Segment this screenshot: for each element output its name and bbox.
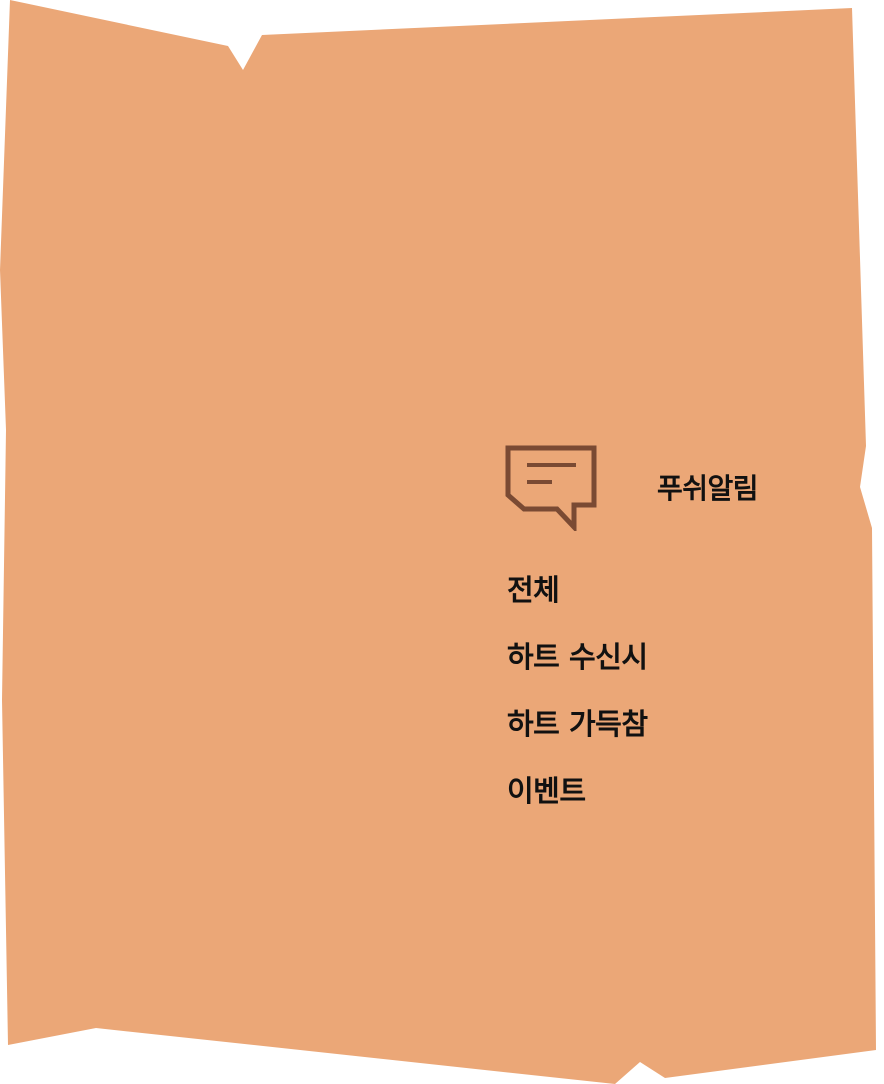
option-heart-received[interactable]: 하트 수신시 [507, 640, 648, 674]
chat-bubble-icon [505, 445, 597, 531]
push-notification-header: 푸쉬알림 [505, 445, 795, 531]
notification-options: 전체 하트 수신시 하트 가득참 이벤트 [507, 573, 648, 841]
torn-paper-background [0, 0, 876, 1084]
notification-panel: 푸쉬알림 전체 하트 수신시 하트 가득참 이벤트 [0, 0, 884, 1084]
option-heart-full[interactable]: 하트 가득참 [507, 707, 648, 741]
panel-title: 푸쉬알림 [657, 472, 759, 505]
option-all[interactable]: 전체 [507, 573, 648, 607]
option-event[interactable]: 이벤트 [507, 774, 648, 808]
